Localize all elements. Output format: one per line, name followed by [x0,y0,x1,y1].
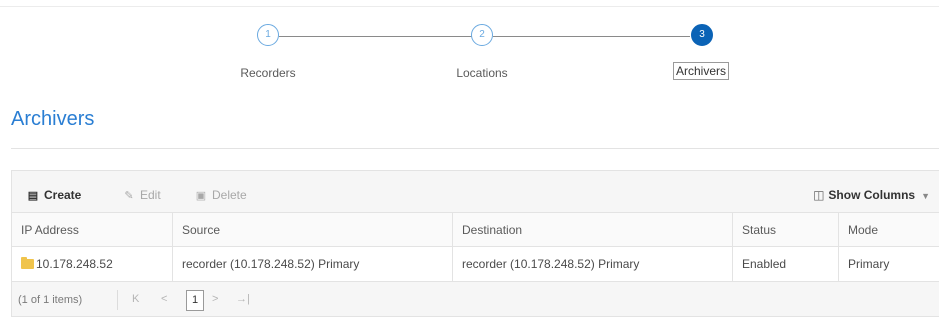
page-title: Archivers [11,108,95,130]
archivers-table: IP Address Source Destination Status Mod… [12,212,939,282]
cell-source: recorder (10.178.248.52) Primary [172,246,453,282]
create-button[interactable]: ▤ Create [26,183,82,207]
show-columns-button[interactable]: ◫ Show Columns ▼ [813,183,930,207]
column-header-destination[interactable]: Destination [452,212,733,247]
cell-destination: recorder (10.178.248.52) Primary [452,246,733,282]
next-page-icon[interactable]: > [212,293,218,305]
cell-status: Enabled [732,246,839,282]
column-header-ip-address[interactable]: IP Address [12,212,173,247]
prev-page-icon[interactable]: < [161,293,167,305]
cell-mode: Primary [838,246,939,282]
columns-filter-icon: ◫ [813,188,825,202]
step-2-circle[interactable]: 2 [471,24,493,46]
step-2-label[interactable]: Locations [437,66,527,80]
column-header-source[interactable]: Source [172,212,453,247]
step-3-label[interactable]: Archivers [673,62,730,80]
ip-address-text: 10.178.248.52 [36,257,113,271]
current-page-button[interactable]: 1 [186,290,204,311]
cell-ip-address: 10.178.248.52 [12,246,173,282]
grid-toolbar: ▤ Create ✎ Edit ▣ Delete ◫ Show Columns ▼ [12,183,939,207]
delete-button[interactable]: ▣ Delete [194,183,247,207]
step-1-label[interactable]: Recorders [223,66,313,80]
last-page-icon[interactable]: →| [236,293,250,305]
column-header-status[interactable]: Status [732,212,839,247]
delete-label: Delete [212,188,247,202]
folder-icon [21,257,34,269]
edit-label: Edit [140,188,161,202]
chevron-down-icon: ▼ [921,191,930,201]
wizard-connector [279,36,472,37]
create-label: Create [44,188,82,202]
create-icon: ▤ [27,190,39,202]
first-page-icon[interactable]: K [132,293,139,305]
show-columns-label: Show Columns [828,188,916,202]
table-header-row: IP Address Source Destination Status Mod… [12,212,939,247]
archivers-grid-panel: ▤ Create ✎ Edit ▣ Delete ◫ Show Columns ▼ IP … [11,170,939,317]
pencil-icon: ✎ [124,190,134,202]
wizard-connector [493,36,690,37]
pager-info: (1 of 1 items) [18,294,83,306]
column-header-mode[interactable]: Mode [838,212,939,247]
pager: (1 of 1 items) K < 1 > →| [12,286,939,315]
step-1-circle[interactable]: 1 [257,24,279,46]
table-row[interactable]: 10.178.248.52 recorder (10.178.248.52) P… [12,246,939,282]
edit-button[interactable]: ✎ Edit [122,183,161,207]
wizard-steps: 1 2 3 Recorders Locations Archivers [0,0,939,100]
pager-separator [117,290,118,310]
divider [11,148,939,149]
trash-icon: ▣ [195,190,207,202]
step-3-circle[interactable]: 3 [691,24,713,46]
